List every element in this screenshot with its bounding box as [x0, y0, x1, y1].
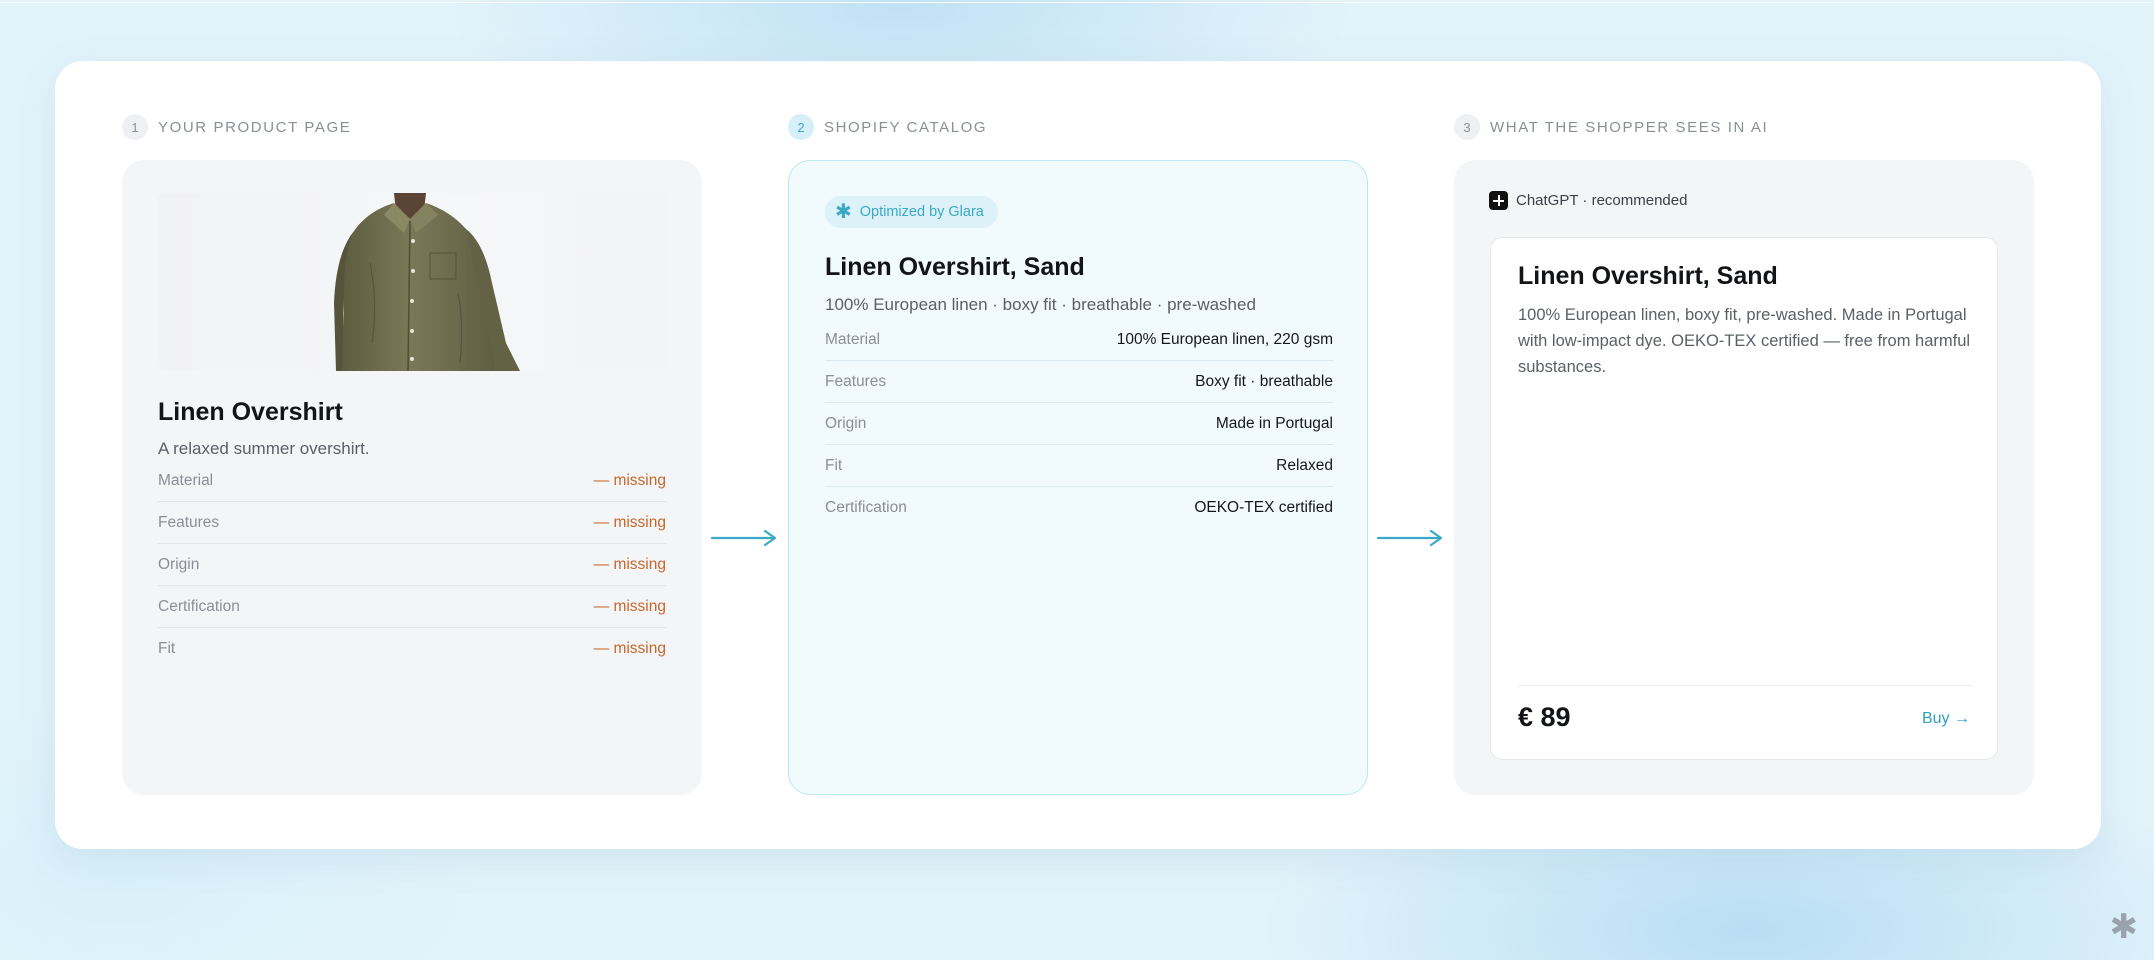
attribute-value: Relaxed: [1276, 456, 1333, 474]
catalog-subtitle: 100% European linen · boxy fit · breatha…: [825, 295, 1256, 314]
attribute-value: Made in Portugal: [1215, 414, 1333, 432]
asterisk-icon: ✱: [835, 201, 852, 223]
step-header-1: 1 YOUR PRODUCT PAGE: [122, 114, 351, 140]
shirt-product-image: [334, 193, 520, 371]
product-subtitle: A relaxed summer overshirt.: [158, 439, 370, 458]
step-number: 3: [1454, 114, 1480, 140]
ai-recommendation-card: Linen Overshirt, Sand 100% European line…: [1490, 237, 1998, 760]
attribute-row: Certification OEKO-TEX certified: [825, 487, 1333, 529]
buy-button[interactable]: Buy →: [1922, 710, 1970, 728]
step-header-3: 3 WHAT THE SHOPPER SEES IN AI: [1454, 114, 1768, 140]
attribute-value: Boxy fit · breathable: [1195, 372, 1333, 390]
arrow-right-icon: [1376, 529, 1443, 547]
attribute-row: Certification — missing: [158, 586, 666, 628]
step-label: WHAT THE SHOPPER SEES IN AI: [1490, 118, 1769, 136]
attribute-row: Origin — missing: [158, 544, 666, 586]
attribute-missing: — missing: [593, 597, 666, 615]
attribute-row: Material — missing: [158, 460, 666, 502]
attribute-label: Fit: [158, 640, 176, 657]
asterisk-logo-icon: ✱: [2109, 908, 2139, 946]
attribute-label: Material: [158, 471, 214, 489]
attribute-value: OEKO-TEX certified: [1194, 499, 1333, 516]
attribute-label: Certification: [825, 499, 907, 516]
attribute-row: Features — missing: [158, 502, 666, 544]
top-edge-line: [0, 2, 2154, 3]
ai-source: ChatGPT · recommended: [1489, 191, 1687, 210]
attribute-missing: — missing: [593, 555, 666, 573]
ai-source-label: ChatGPT · recommended: [1516, 192, 1688, 209]
badge-label: Optimized by Glara: [859, 204, 984, 220]
attribute-label: Material: [825, 330, 881, 348]
attribute-row: Features Boxy fit · breathable: [825, 361, 1333, 403]
ai-product-title: Linen Overshirt, Sand: [1518, 262, 1778, 290]
optimized-badge: ✱ Optimized by Glara: [825, 196, 998, 228]
attribute-label: Fit: [825, 456, 843, 474]
attribute-missing: — missing: [593, 640, 666, 657]
ai-view-panel: ChatGPT · recommended Linen Overshirt, S…: [1454, 160, 2034, 795]
product-image: [158, 193, 666, 371]
step-number: 2: [788, 114, 814, 140]
step-header-2: 2 SHOPIFY CATALOG: [788, 114, 987, 140]
attribute-label: Features: [158, 513, 220, 531]
step-label: YOUR PRODUCT PAGE: [158, 118, 352, 136]
attribute-row: Fit Relaxed: [825, 445, 1333, 487]
product-page-panel: Linen Overshirt A relaxed summer overshi…: [122, 160, 702, 795]
attribute-missing: — missing: [593, 471, 666, 489]
attribute-value: 100% European linen, 220 gsm: [1116, 330, 1333, 348]
step-number: 1: [122, 114, 148, 140]
arrow-right-icon: [710, 529, 777, 547]
product-title: Linen Overshirt: [158, 398, 343, 426]
attribute-row: Origin Made in Portugal: [825, 403, 1333, 445]
ai-product-price: € 89: [1518, 702, 1571, 732]
divider: [1518, 685, 1972, 686]
ai-product-description: 100% European linen, boxy fit, pre-washe…: [1518, 306, 1971, 376]
attribute-label: Origin: [158, 555, 200, 573]
attribute-row: Fit — missing: [158, 628, 666, 670]
attribute-label: Features: [825, 372, 887, 390]
catalog-attribute-list: Material 100% European linen, 220 gsm Fe…: [825, 319, 1333, 529]
chatgpt-icon: [1489, 191, 1508, 210]
product-attribute-list: Material — missing Features — missing Or…: [158, 460, 666, 670]
catalog-title: Linen Overshirt, Sand: [825, 253, 1085, 281]
attribute-label: Certification: [158, 597, 240, 615]
attribute-row: Material 100% European linen, 220 gsm: [825, 319, 1333, 361]
flow-card: 1 YOUR PRODUCT PAGE Linen Overshirt A re…: [55, 61, 2101, 849]
attribute-label: Origin: [825, 414, 867, 432]
attribute-missing: — missing: [593, 513, 666, 531]
catalog-panel: ✱ Optimized by Glara Linen Overshirt, Sa…: [788, 160, 1368, 795]
step-label: SHOPIFY CATALOG: [824, 118, 988, 136]
